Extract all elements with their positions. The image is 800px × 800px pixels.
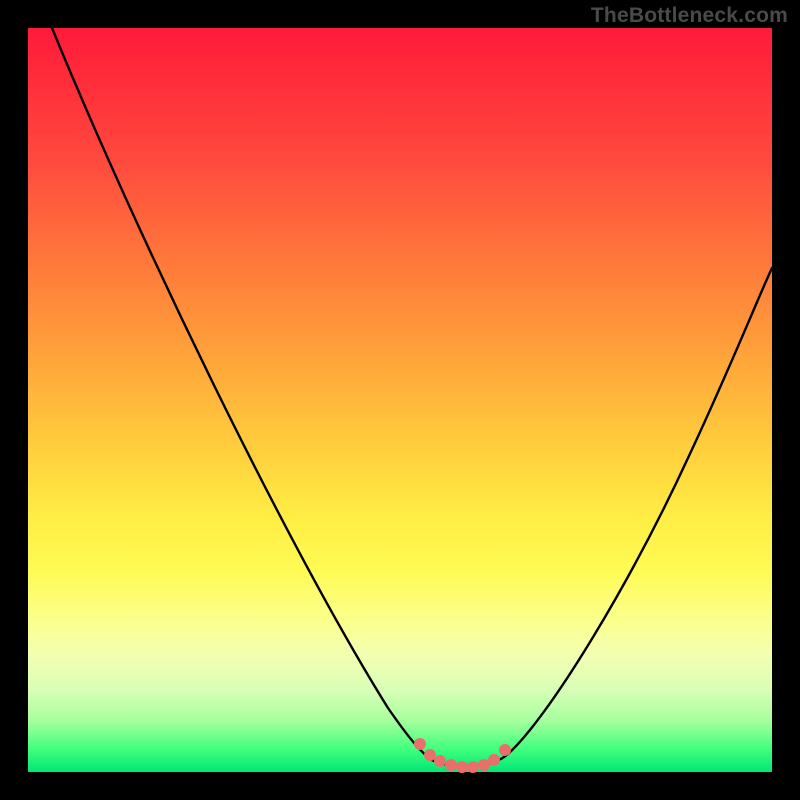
trough-dot: [467, 761, 479, 773]
trough-dot: [445, 759, 457, 771]
trough-dot: [434, 755, 446, 767]
curve-right-branch: [508, 268, 772, 754]
trough-dot: [456, 761, 468, 773]
plot-area: [28, 28, 772, 772]
curve-svg: [28, 28, 772, 772]
trough-dot: [488, 754, 500, 766]
trough-dot: [424, 749, 436, 761]
trough-dot: [499, 744, 511, 756]
watermark-text: TheBottleneck.com: [591, 4, 788, 28]
trough-dots: [414, 738, 511, 773]
curve-left-branch: [52, 28, 432, 760]
chart-frame: TheBottleneck.com: [0, 0, 800, 800]
trough-dot: [414, 738, 426, 750]
